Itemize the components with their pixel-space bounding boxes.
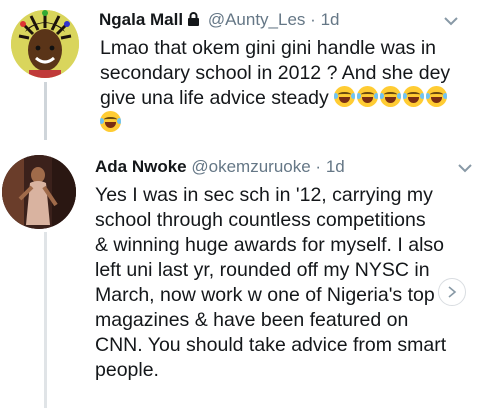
tweet-line: people. xyxy=(95,359,159,381)
tweet-line: March, now work w one of Nigeria's top xyxy=(95,284,435,306)
face-with-tears-of-joy-icon xyxy=(334,86,356,107)
tweet-line: CNN. You should take advice from smart xyxy=(95,334,447,356)
tweet-line: left uni last yr, rounded off my NYSC in xyxy=(95,259,430,281)
tweet-line: secondary school in 2012 ? And she dey xyxy=(100,62,451,84)
avatar[interactable] xyxy=(2,155,76,229)
tweet-header: Ada Nwoke @okemzuruoke · 1d xyxy=(95,156,345,178)
tweet-line: give una life advice steady xyxy=(100,86,475,111)
chevron-down-icon[interactable] xyxy=(443,16,459,26)
separator: · xyxy=(310,10,316,29)
avatar[interactable] xyxy=(11,10,79,78)
face-with-tears-of-joy-icon xyxy=(380,86,402,107)
lock-icon xyxy=(187,10,200,26)
chevron-right-icon xyxy=(448,286,457,298)
tweet-line: school through countless competitions xyxy=(95,209,426,231)
tweet-line: Lmao that okem gini gini handle was in xyxy=(100,37,437,59)
thread-connector xyxy=(44,82,47,140)
tweet-text: Yes I was in sec sch in '12, carrying my… xyxy=(95,183,470,383)
chevron-down-icon[interactable] xyxy=(457,163,473,173)
face-with-tears-of-joy-icon xyxy=(100,111,121,132)
display-name[interactable]: Ngala Mall xyxy=(99,10,183,29)
user-handle[interactable]: @okemzuruoke xyxy=(191,157,310,176)
timestamp[interactable]: 1d xyxy=(321,10,340,29)
scroll-next-button[interactable] xyxy=(438,278,466,306)
user-handle[interactable]: @Aunty_Les xyxy=(208,10,306,29)
tweet-line: magazines & have been featured on xyxy=(95,309,409,331)
face-with-tears-of-joy-icon xyxy=(357,86,379,107)
tweet-line xyxy=(100,111,475,136)
tweet-line: & winning huge awards for myself. I also xyxy=(95,234,445,256)
display-name[interactable]: Ada Nwoke xyxy=(95,157,187,176)
face-with-tears-of-joy-icon xyxy=(426,86,448,107)
thread-connector xyxy=(44,232,47,408)
avatar-photo xyxy=(2,155,76,229)
tweet-ngala-mall[interactable]: Ngala Mall @Aunty_Les · 1d Lmao that oke… xyxy=(0,0,479,150)
timestamp[interactable]: 1d xyxy=(326,157,345,176)
tweet-line-text: give una life advice steady xyxy=(100,87,329,109)
tweet-line: Yes I was in sec sch in '12, carrying my xyxy=(95,184,433,206)
tweet-header: Ngala Mall @Aunty_Les · 1d xyxy=(99,9,339,31)
avatar-photo xyxy=(11,10,79,78)
separator: · xyxy=(315,157,322,176)
tweet-text: Lmao that okem gini gini handle was in s… xyxy=(100,36,475,136)
face-with-tears-of-joy-icon xyxy=(403,86,425,107)
